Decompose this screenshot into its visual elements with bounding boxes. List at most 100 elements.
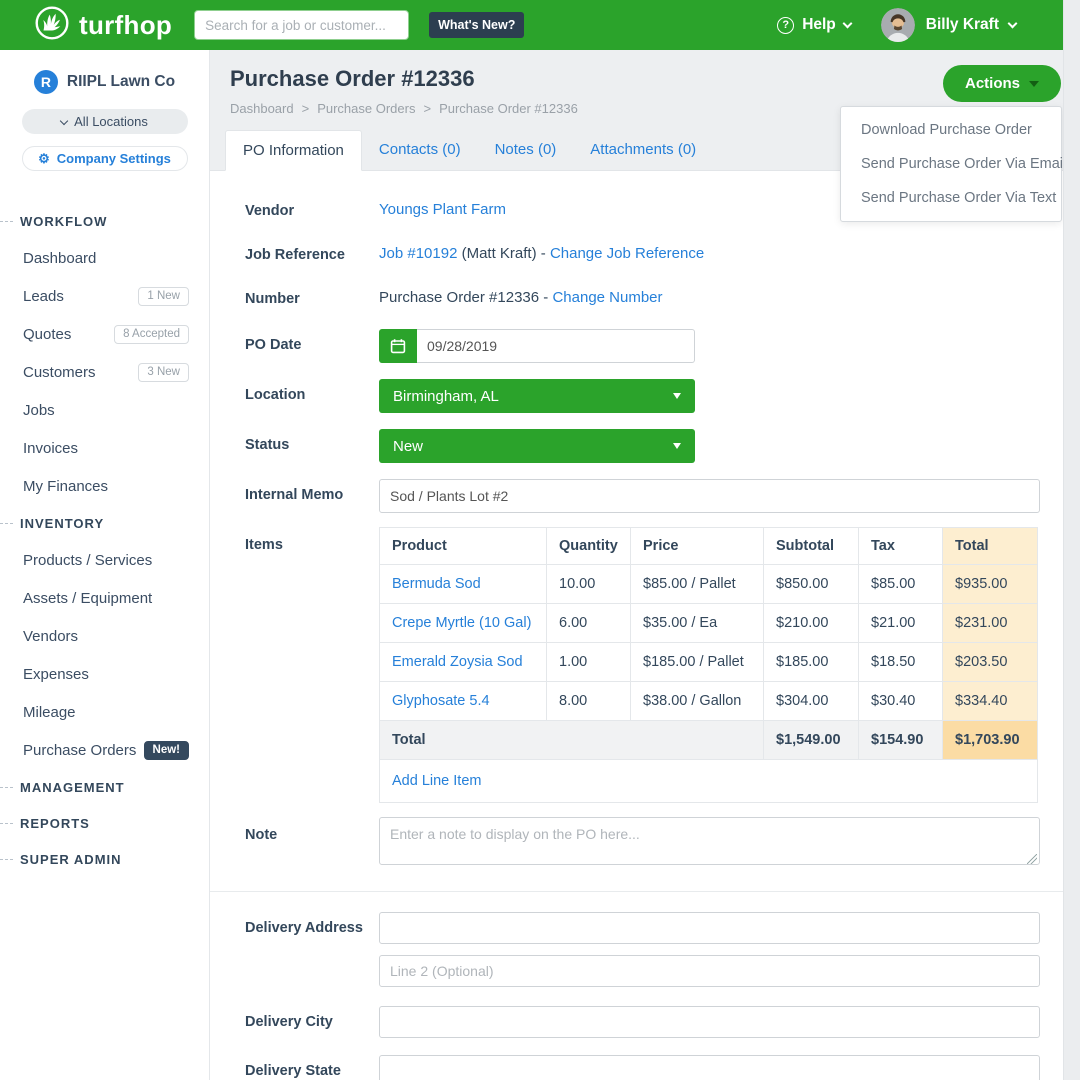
- tab-notes[interactable]: Notes (0): [478, 130, 574, 170]
- location-label: Location: [245, 379, 379, 413]
- separator: -: [541, 245, 546, 262]
- product-link[interactable]: Emerald Zoysia Sod: [392, 654, 523, 670]
- sidebar-item-my-finances[interactable]: My Finances: [0, 467, 209, 505]
- po-date-input[interactable]: [417, 329, 695, 363]
- nav-section-reports[interactable]: REPORTS: [0, 805, 209, 841]
- job-link[interactable]: Job #10192: [379, 245, 457, 262]
- help-icon: ?: [777, 17, 794, 34]
- note-textarea[interactable]: [379, 817, 1040, 865]
- menu-item-send-po-text[interactable]: Send Purchase Order Via Text: [841, 181, 1061, 215]
- user-name: Billy Kraft: [926, 16, 999, 34]
- top-navbar: turfhop What's New? ? Help Billy Kraft: [0, 0, 1063, 50]
- sidebar-item-quotes[interactable]: Quotes8 Accepted: [0, 315, 209, 353]
- nav-section-management[interactable]: MANAGEMENT: [0, 769, 209, 805]
- po-date-label: PO Date: [245, 329, 379, 363]
- caret-down-icon: [1029, 81, 1039, 87]
- internal-memo-input[interactable]: [379, 479, 1040, 513]
- breadcrumb-dashboard[interactable]: Dashboard: [230, 101, 294, 116]
- status-row: Status New: [245, 429, 1040, 463]
- status-select[interactable]: New: [379, 429, 695, 463]
- tab-po-information[interactable]: PO Information: [225, 130, 362, 171]
- table-row: Emerald Zoysia Sod 1.00 $185.00 / Pallet…: [380, 643, 1038, 682]
- page-head: Purchase Order #12336 Dashboard > Purcha…: [210, 50, 1063, 116]
- note-textarea-wrap: [379, 817, 1040, 869]
- whats-new-button[interactable]: What's New?: [429, 12, 524, 38]
- delivery-state-input[interactable]: [379, 1055, 1040, 1080]
- product-link[interactable]: Bermuda Sod: [392, 576, 481, 592]
- company-header: R RIIPL Lawn Co: [0, 70, 209, 94]
- delivery-state-label: Delivery State: [245, 1055, 379, 1080]
- nav-section-inventory: INVENTORY: [0, 505, 209, 541]
- sidebar-item-jobs[interactable]: Jobs: [0, 391, 209, 429]
- location-select[interactable]: Birmingham, AL: [379, 379, 695, 413]
- caret-down-icon: [673, 443, 681, 449]
- quotes-badge: 8 Accepted: [114, 325, 189, 344]
- avatar: [881, 8, 915, 42]
- breadcrumb-current: Purchase Order #12336: [439, 101, 578, 116]
- sidebar: R RIIPL Lawn Co All Locations ⚙ Company …: [0, 50, 210, 1080]
- delivery-address-label: Delivery Address: [245, 912, 379, 944]
- internal-memo-row: Internal Memo: [245, 479, 1040, 513]
- change-number-link[interactable]: Change Number: [552, 289, 662, 306]
- tab-contacts[interactable]: Contacts (0): [362, 130, 478, 170]
- delivery-city-row: Delivery City: [245, 1006, 1040, 1038]
- purchase-orders-new-badge: New!: [144, 741, 189, 760]
- menu-item-send-po-email[interactable]: Send Purchase Order Via Email: [841, 147, 1061, 181]
- delivery-address-line2-input[interactable]: [379, 955, 1040, 987]
- po-date-group: [379, 329, 695, 363]
- sidebar-item-products-services[interactable]: Products / Services: [0, 541, 209, 579]
- status-label: Status: [245, 429, 379, 463]
- company-settings-button[interactable]: ⚙ Company Settings: [22, 146, 188, 171]
- delivery-address-input[interactable]: [379, 912, 1040, 944]
- sidebar-item-customers[interactable]: Customers3 New: [0, 353, 209, 391]
- calendar-icon[interactable]: [379, 329, 417, 363]
- main-content: Purchase Order #12336 Dashboard > Purcha…: [210, 50, 1063, 1080]
- all-locations-selector[interactable]: All Locations: [22, 109, 188, 134]
- items-table: Product Quantity Price Subtotal Tax Tota…: [379, 527, 1038, 803]
- po-information-panel: Vendor Youngs Plant Farm Job Reference J…: [210, 170, 1063, 1080]
- gear-icon: ⚙: [38, 151, 50, 167]
- sidebar-item-expenses[interactable]: Expenses: [0, 655, 209, 693]
- sidebar-item-purchase-orders[interactable]: Purchase OrdersNew!: [0, 731, 209, 769]
- delivery-city-input[interactable]: [379, 1006, 1040, 1038]
- tab-attachments[interactable]: Attachments (0): [573, 130, 713, 170]
- delivery-city-label: Delivery City: [245, 1006, 379, 1038]
- sidebar-item-mileage[interactable]: Mileage: [0, 693, 209, 731]
- actions-button[interactable]: Actions: [943, 65, 1061, 102]
- product-link[interactable]: Glyphosate 5.4: [392, 693, 490, 709]
- breadcrumb-separator: >: [302, 101, 310, 116]
- sidebar-item-assets-equipment[interactable]: Assets / Equipment: [0, 579, 209, 617]
- change-job-reference-link[interactable]: Change Job Reference: [550, 245, 704, 262]
- leads-badge: 1 New: [138, 287, 189, 306]
- actions-dropdown-menu: Download Purchase Order Send Purchase Or…: [840, 106, 1062, 222]
- turfhop-grass-logo-icon: [34, 5, 70, 46]
- sidebar-item-leads[interactable]: Leads1 New: [0, 277, 209, 315]
- sidebar-item-dashboard[interactable]: Dashboard: [0, 239, 209, 277]
- add-line-item-link[interactable]: Add Line Item: [392, 773, 481, 789]
- note-row: Note: [245, 817, 1040, 869]
- delivery-state-row: Delivery State: [245, 1055, 1040, 1080]
- job-owner: (Matt Kraft): [462, 245, 537, 262]
- vendor-link[interactable]: Youngs Plant Farm: [379, 201, 506, 218]
- nav-section-super-admin[interactable]: SUPER ADMIN: [0, 841, 209, 877]
- sidebar-item-invoices[interactable]: Invoices: [0, 429, 209, 467]
- brand[interactable]: turfhop: [34, 5, 172, 46]
- separator: -: [543, 289, 548, 306]
- product-link[interactable]: Crepe Myrtle (10 Gal): [392, 615, 531, 631]
- chevron-down-icon: [1008, 18, 1018, 28]
- table-header-row: Product Quantity Price Subtotal Tax Tota…: [380, 528, 1038, 565]
- number-label: Number: [245, 289, 379, 307]
- help-menu[interactable]: ? Help: [777, 16, 851, 34]
- vendor-label: Vendor: [245, 201, 379, 219]
- job-reference-label: Job Reference: [245, 245, 379, 263]
- global-search-input[interactable]: [194, 10, 409, 40]
- user-menu[interactable]: Billy Kraft: [881, 8, 1016, 42]
- menu-item-download-po[interactable]: Download Purchase Order: [841, 113, 1061, 147]
- breadcrumb-purchase-orders[interactable]: Purchase Orders: [317, 101, 415, 116]
- table-row: Crepe Myrtle (10 Gal) 6.00 $35.00 / Ea $…: [380, 604, 1038, 643]
- page-title: Purchase Order #12336: [230, 66, 1063, 92]
- page-scrollbar[interactable]: [1063, 0, 1080, 1080]
- add-line-item-row: Add Line Item: [380, 760, 1038, 803]
- sidebar-item-vendors[interactable]: Vendors: [0, 617, 209, 655]
- sidebar-nav: WORKFLOW Dashboard Leads1 New Quotes8 Ac…: [0, 203, 209, 877]
